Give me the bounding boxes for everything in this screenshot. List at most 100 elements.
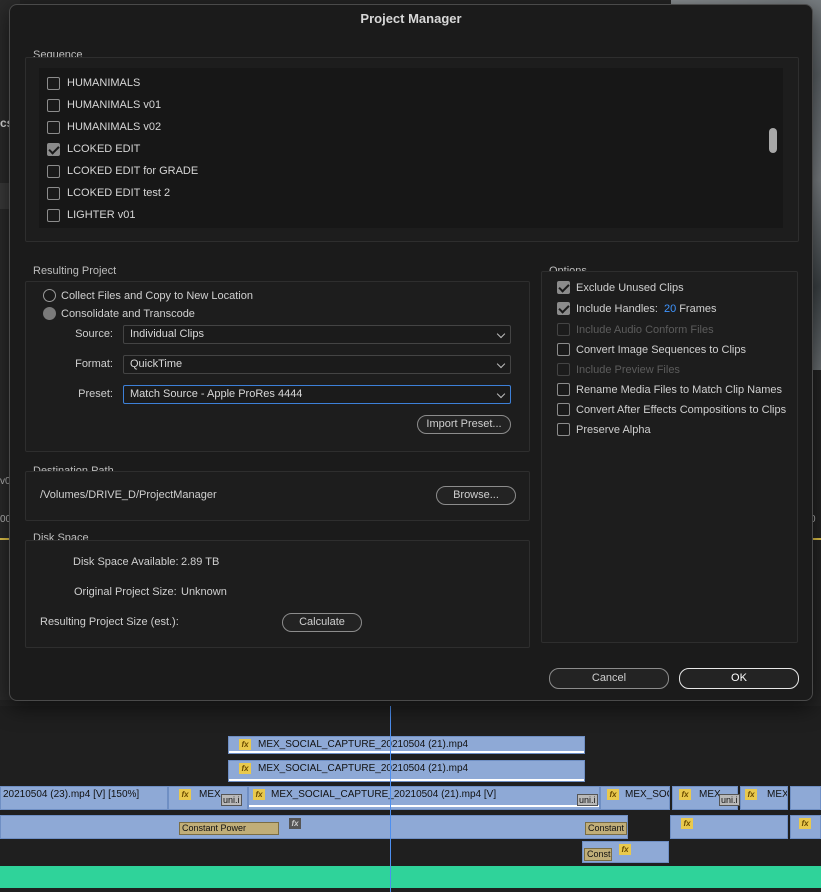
clip-line <box>229 751 584 753</box>
sequence-list[interactable]: HUMANIMALS HUMANIMALS v01 HUMANIMALS v02… <box>39 68 783 228</box>
source-dropdown[interactable]: Individual Clips <box>123 325 511 344</box>
option-rename-media[interactable]: Rename Media Files to Match Clip Names <box>557 383 782 396</box>
timeline-panel[interactable]: fx MEX_SOCIAL_CAPTURE_20210504 (21).mp4 … <box>0 706 821 892</box>
preset-label: Preset: <box>78 388 113 400</box>
fx-badge-icon: fx <box>679 789 691 800</box>
sequence-checkbox[interactable] <box>47 208 60 222</box>
crossfade-const[interactable]: Const <box>584 848 612 861</box>
crossfade-constant[interactable]: Constant <box>585 822 627 835</box>
import-preset-button[interactable]: Import Preset... <box>417 415 511 434</box>
timeline-clip[interactable]: fx MEX <box>740 786 788 810</box>
handles-value-scrubber[interactable]: 20 <box>664 303 676 315</box>
sequence-item[interactable]: HUMANIMALS v02 <box>47 117 161 137</box>
timeline-clip[interactable]: fx MEX_SOC <box>600 786 670 810</box>
convert-ae-checkbox[interactable] <box>557 403 570 416</box>
include-handles-label: Include Handles: <box>576 302 658 315</box>
preview-files-label: Include Preview Files <box>576 363 680 376</box>
audio-conform-checkbox <box>557 323 570 336</box>
sequence-item[interactable]: HUMANIMALS v01 <box>47 95 161 115</box>
radio-collect-files[interactable]: Collect Files and Copy to New Location <box>43 289 253 302</box>
format-label: Format: <box>75 358 113 370</box>
preserve-alpha-checkbox[interactable] <box>557 423 570 436</box>
playhead[interactable] <box>390 706 391 892</box>
image-sequences-label: Convert Image Sequences to Clips <box>576 343 746 356</box>
timeline-clip[interactable]: 20210504 (23).mp4 [V] [150%] <box>0 786 168 810</box>
clip-label: MEX_SOCIAL_CAPTURE_20210504 (21).mp4 [V] <box>271 789 497 800</box>
sequence-item[interactable]: LCOKED EDIT for GRADE <box>47 161 198 181</box>
preset-dropdown[interactable]: Match Source - Apple ProRes 4444 <box>123 385 511 404</box>
option-preserve-alpha[interactable]: Preserve Alpha <box>557 423 651 436</box>
preview-files-checkbox <box>557 363 570 376</box>
include-handles-checkbox[interactable] <box>557 302 570 315</box>
sequence-checkbox[interactable] <box>47 120 60 134</box>
sequence-item[interactable]: LCOKED EDIT test 2 <box>47 183 170 203</box>
fx-badge-icon: fx <box>179 789 191 800</box>
timeline-clip[interactable]: fx MEX_SOCIAL_CAPTURE_20210504 (21).mp4 <box>228 736 585 754</box>
option-convert-ae[interactable]: Convert After Effects Compositions to Cl… <box>557 403 786 416</box>
audio-track-green[interactable] <box>0 866 821 888</box>
sequence-checkbox[interactable] <box>47 76 60 90</box>
timeline-clip[interactable]: fx MEX_SOCIAL_CAPTURE_20210504 (21).mp4 … <box>248 786 600 810</box>
original-size-label: Original Project Size: <box>74 586 177 598</box>
rename-media-checkbox[interactable] <box>557 383 570 396</box>
radio-button[interactable] <box>43 307 56 320</box>
fx-badge-icon: fx <box>799 818 811 829</box>
radio-consolidate[interactable]: Consolidate and Transcode <box>43 307 195 320</box>
dialog-title: Project Manager <box>360 11 462 26</box>
format-dropdown[interactable]: QuickTime <box>123 355 511 374</box>
sequence-item-label: LCOKED EDIT <box>67 143 141 155</box>
option-exclude-unused[interactable]: Exclude Unused Clips <box>557 281 684 294</box>
sequence-checkbox[interactable] <box>47 164 60 178</box>
transition-marker[interactable]: uni.i <box>719 794 740 806</box>
sequence-checkbox[interactable] <box>47 98 60 112</box>
timeline-clip[interactable]: fx <box>670 815 788 839</box>
option-convert-image-sequences[interactable]: Convert Image Sequences to Clips <box>557 343 746 356</box>
source-value: Individual Clips <box>130 328 204 340</box>
fx-badge-icon: fx <box>607 789 619 800</box>
clip-label: MEX <box>199 789 221 800</box>
clip-label: MEX <box>767 789 788 800</box>
sequence-item-label: LCOKED EDIT test 2 <box>67 187 171 199</box>
chevron-down-icon <box>496 389 506 399</box>
ok-button[interactable]: OK <box>679 668 799 689</box>
radio-collect-label: Collect Files and Copy to New Location <box>61 289 253 302</box>
resulting-size-label: Resulting Project Size (est.): <box>40 616 179 628</box>
disk-available-value: 2.89 TB <box>181 556 220 568</box>
transition-marker[interactable]: uni.i <box>577 794 598 806</box>
cancel-button[interactable]: Cancel <box>549 668 669 689</box>
clip-label: MEX_SOCIAL_CAPTURE_20210504 (21).mp4 <box>258 763 469 774</box>
exclude-unused-checkbox[interactable] <box>557 281 570 294</box>
crossfade-constant-power[interactable]: Constant Power <box>179 822 279 835</box>
sequence-item[interactable]: LIGHTER v01 <box>47 205 135 225</box>
destination-path-value: /Volumes/DRIVE_D/ProjectManager <box>40 489 217 501</box>
timeline-clip[interactable] <box>790 786 821 810</box>
sequence-item[interactable]: HUMANIMALS <box>47 73 140 93</box>
timeline-clip[interactable]: fx MEX_SOCIAL_CAPTURE_20210504 (21).mp4 <box>228 760 585 782</box>
sequence-checkbox[interactable] <box>47 186 60 200</box>
fx-badge-icon: fx <box>239 739 251 750</box>
clip-label: MEX_SOCIAL_CAPTURE_20210504 (21).mp4 <box>258 739 469 750</box>
option-include-audio-conform: Include Audio Conform Files <box>557 323 714 336</box>
fx-badge-icon: fx <box>253 789 265 800</box>
radio-consolidate-label: Consolidate and Transcode <box>61 307 195 320</box>
work-area-bar-right <box>812 538 821 540</box>
sequence-item[interactable]: LCOKED EDIT <box>47 139 140 159</box>
sequence-list-scrollbar[interactable] <box>769 128 777 153</box>
option-include-handles[interactable]: Include Handles: 20 Frames <box>557 302 716 315</box>
chevron-down-icon <box>496 359 506 369</box>
timeline-clip[interactable] <box>0 815 628 839</box>
sequence-item-label: HUMANIMALS v01 <box>67 99 162 111</box>
transition-marker[interactable]: uni.i <box>221 794 242 806</box>
fx-badge-icon: fx <box>681 818 693 829</box>
rename-media-label: Rename Media Files to Match Clip Names <box>576 383 783 396</box>
image-sequences-checkbox[interactable] <box>557 343 570 356</box>
calculate-button[interactable]: Calculate <box>282 613 362 632</box>
clip-label: MEX_SOC <box>625 789 670 800</box>
sequence-checkbox[interactable] <box>47 142 60 156</box>
radio-button[interactable] <box>43 289 56 302</box>
timeline-clip[interactable]: fx <box>790 815 821 839</box>
fx-disabled-icon: fx <box>289 818 301 829</box>
clip-line <box>229 779 584 781</box>
browse-button[interactable]: Browse... <box>436 486 516 505</box>
chevron-down-icon <box>496 329 506 339</box>
